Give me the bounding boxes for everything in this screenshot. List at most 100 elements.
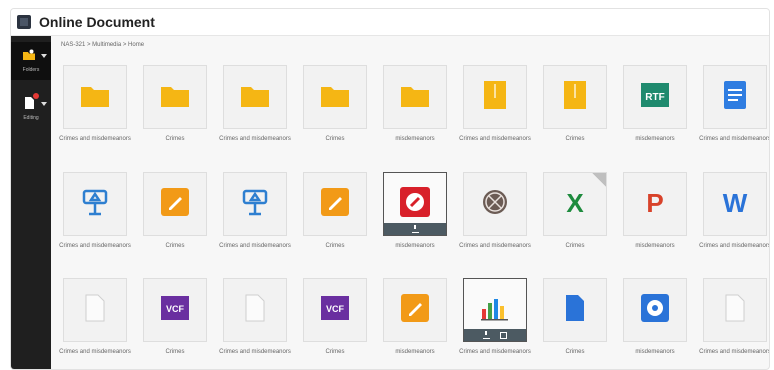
folder-file-icon (80, 82, 110, 113)
svg-text:RTF: RTF (645, 92, 664, 103)
file-tile[interactable]: W (703, 172, 767, 236)
file-caption: misdemeanors (635, 243, 675, 249)
chevron-down-icon (41, 54, 47, 58)
folder-icon (23, 49, 35, 60)
file-tile[interactable] (383, 172, 447, 236)
file-tile[interactable]: X (543, 172, 607, 236)
file-tile[interactable] (63, 65, 127, 129)
file-tile[interactable] (463, 278, 527, 342)
file-tile[interactable] (703, 65, 767, 129)
file-caption: Crimes (165, 349, 185, 355)
svg-text:VCF: VCF (166, 304, 185, 314)
title-bar: Online Document (11, 9, 769, 36)
file-tile[interactable] (703, 278, 767, 342)
word-file-icon: W (720, 187, 750, 222)
file-tile[interactable] (383, 278, 447, 342)
keynote-file-icon (81, 187, 109, 222)
app-window: Online Document Folders Editing NAS-321 … (10, 8, 770, 370)
sidebar-item-label: Folders (22, 67, 40, 73)
file-tile[interactable] (223, 172, 287, 236)
file-tile[interactable] (63, 278, 127, 342)
file-tile[interactable]: VCF (143, 278, 207, 342)
file-caption: Crimes and misdemeanors (59, 243, 131, 249)
excel-file-icon: X (560, 187, 590, 222)
folder-file-icon (240, 82, 270, 113)
file-caption: Crimes and misdemeanors (59, 349, 131, 355)
chart-file-icon (480, 295, 510, 326)
sidebar-item-label: Editing (23, 115, 39, 121)
edit-corner-icon[interactable] (592, 173, 606, 187)
file-tile[interactable]: VCF (303, 278, 367, 342)
chevron-down-icon (41, 102, 47, 106)
file-caption: Crimes (565, 349, 585, 355)
file-caption: Crimes and misdemeanors (59, 136, 131, 142)
tile-action-bar (464, 329, 526, 341)
file-tile[interactable] (143, 65, 207, 129)
bluedoc-file-icon (564, 294, 586, 327)
file-tile[interactable] (223, 278, 287, 342)
file-tile[interactable] (463, 65, 527, 129)
folder-file-icon (400, 82, 430, 113)
dvd-file-icon (481, 188, 509, 221)
file-tile[interactable] (223, 65, 287, 129)
download-icon[interactable] (483, 331, 490, 339)
ppt-file-icon: P (640, 187, 670, 222)
file-tile[interactable] (463, 172, 527, 236)
file-caption: misdemeanors (395, 349, 435, 355)
file-caption: misdemeanors (635, 136, 675, 142)
file-caption: misdemeanors (635, 349, 675, 355)
file-caption: Crimes and misdemeanors (459, 136, 531, 142)
gdoc-file-icon (722, 80, 748, 115)
file-caption: Crimes (325, 136, 345, 142)
file-caption: Crimes (565, 136, 585, 142)
rtf-file-icon: RTF (640, 80, 670, 115)
vcf-file-icon: VCF (320, 293, 350, 328)
tile-action-bar (384, 223, 446, 235)
app-title: Online Document (39, 14, 155, 30)
keynote-file-icon (241, 187, 269, 222)
download-icon[interactable] (411, 225, 419, 233)
notification-badge (33, 93, 39, 99)
file-caption: Crimes and misdemeanors (699, 243, 770, 249)
pdfred-file-icon (399, 186, 431, 223)
breadcrumb[interactable]: NAS-321 > Multimedia > Home (61, 42, 144, 48)
svg-text:VCF: VCF (326, 304, 345, 314)
file-tile[interactable]: P (623, 172, 687, 236)
archive-file-icon (482, 80, 508, 115)
sidebar: Folders Editing (11, 36, 51, 369)
file-tile[interactable]: RTF (623, 65, 687, 129)
file-tile[interactable] (63, 172, 127, 236)
file-tile[interactable] (623, 278, 687, 342)
disc-file-icon (640, 293, 670, 328)
file-caption: Crimes (325, 349, 345, 355)
file-caption: Crimes (325, 243, 345, 249)
blank-file-icon (84, 294, 106, 327)
file-tile[interactable] (303, 172, 367, 236)
file-caption: Crimes (165, 136, 185, 142)
file-caption: misdemeanors (395, 136, 435, 142)
file-tile[interactable] (543, 278, 607, 342)
folder-file-icon (320, 82, 350, 113)
sidebar-item-editing[interactable]: Editing (11, 90, 51, 128)
blank-file-icon (244, 294, 266, 327)
pages-file-icon (320, 187, 350, 222)
file-tile[interactable] (543, 65, 607, 129)
file-caption: Crimes (165, 243, 185, 249)
file-tile[interactable] (383, 65, 447, 129)
file-tile[interactable] (143, 172, 207, 236)
select-checkbox-icon[interactable] (500, 331, 507, 339)
file-caption: Crimes and misdemeanors (219, 136, 291, 142)
file-caption: Crimes and misdemeanors (459, 349, 531, 355)
file-caption: Crimes and misdemeanors (459, 243, 531, 249)
file-caption: Crimes and misdemeanors (699, 349, 770, 355)
sidebar-item-folders[interactable]: Folders (11, 42, 51, 80)
folder-file-icon (160, 82, 190, 113)
blank-file-icon (724, 294, 746, 327)
file-caption: Crimes and misdemeanors (219, 243, 291, 249)
vcf-file-icon: VCF (160, 293, 190, 328)
svg-text:P: P (646, 188, 663, 217)
pages-file-icon (160, 187, 190, 222)
file-caption: Crimes (565, 243, 585, 249)
file-tile[interactable] (303, 65, 367, 129)
svg-text:W: W (723, 188, 748, 217)
